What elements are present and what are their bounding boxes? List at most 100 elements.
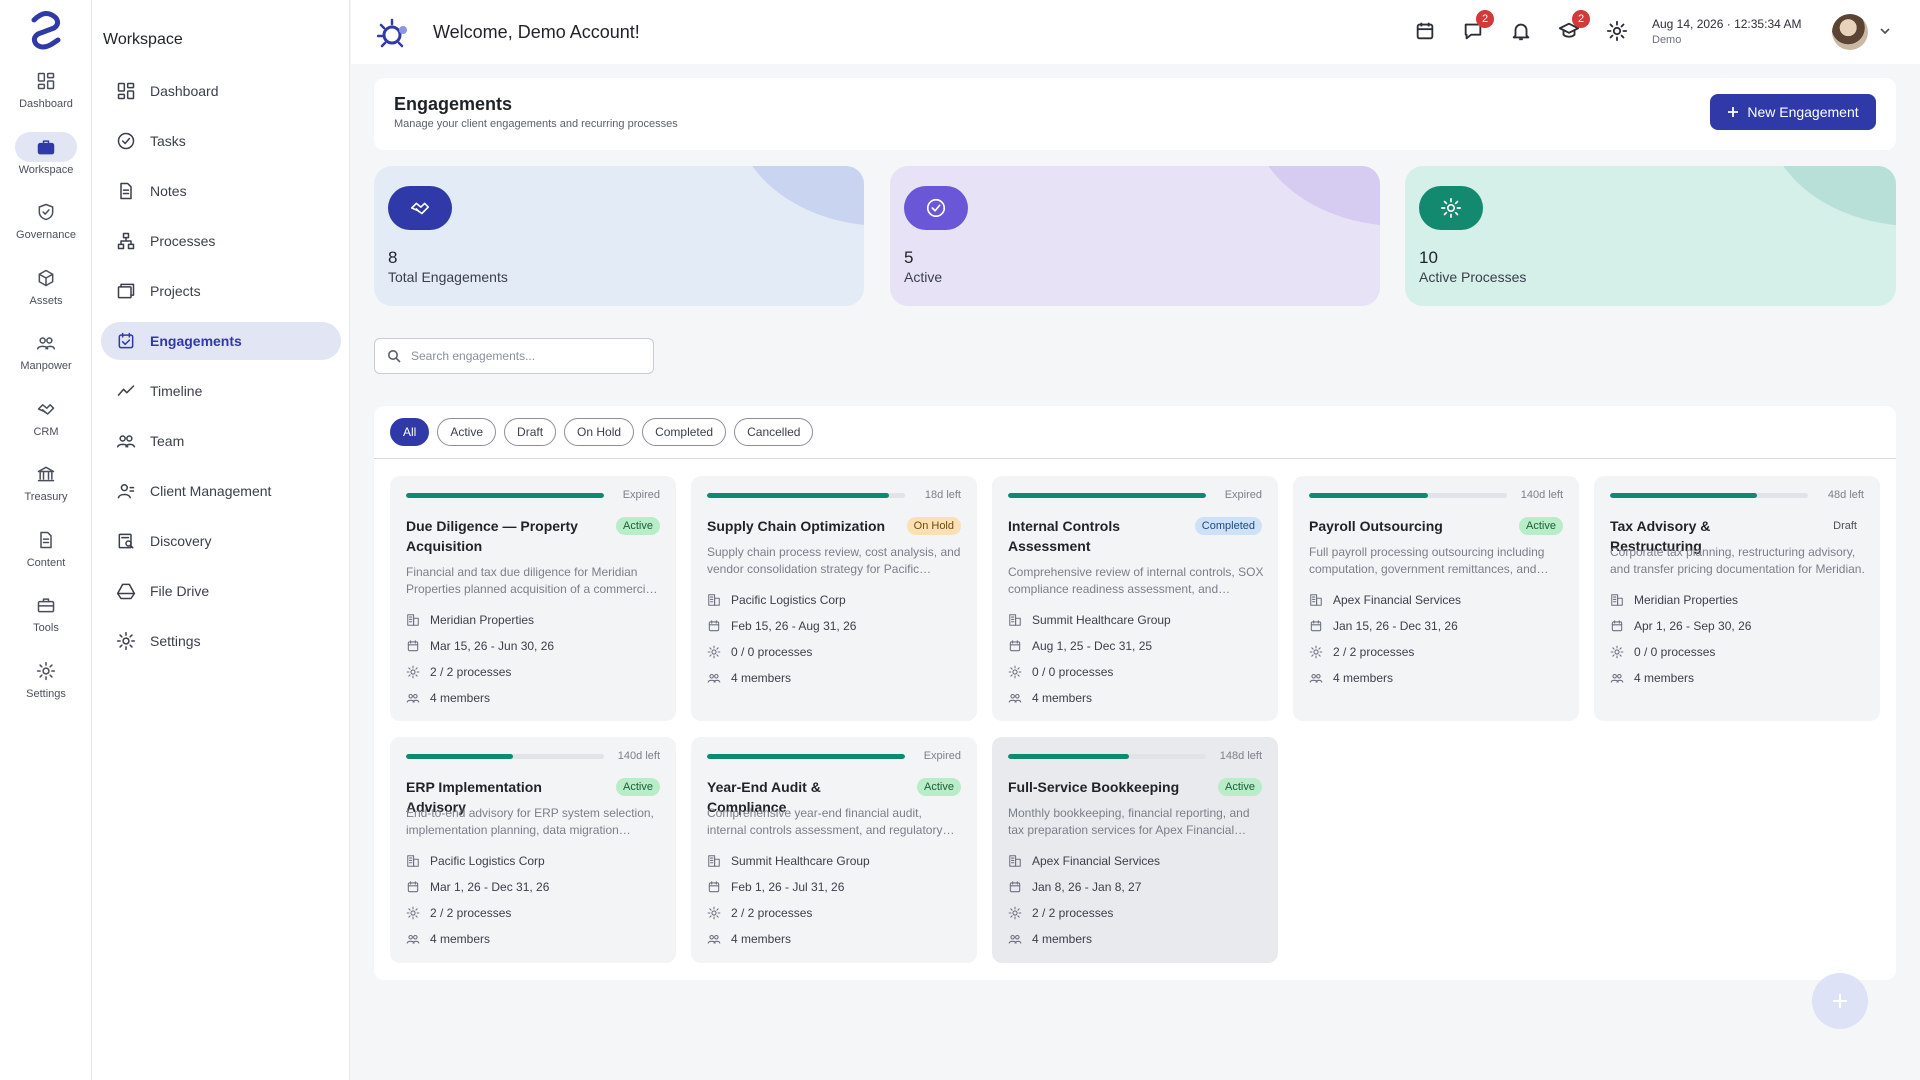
people-icon	[36, 337, 56, 350]
meta-processes: 0 / 0 processes	[707, 645, 812, 659]
top-header: Welcome, Demo Account! 2 2 Aug 14, 2026 …	[351, 0, 1920, 64]
engagement-card[interactable]: Expired Year-End Audit & Compliance Active…	[691, 737, 977, 963]
sidebar-item-label: Team	[150, 433, 185, 449]
people-icon	[1309, 673, 1323, 683]
plus-icon	[1833, 994, 1847, 1008]
rail-item-workspace[interactable]: Workspace	[0, 131, 92, 192]
sidebar-item-timeline[interactable]: Timeline	[101, 372, 341, 410]
engagement-card[interactable]: 18d left Supply Chain Optimization On Hold…	[691, 476, 977, 721]
meta-members: 4 members	[1008, 691, 1092, 705]
messages-button[interactable]: 2	[1462, 10, 1494, 44]
stat-value: 10	[1419, 248, 1438, 267]
rail-item-governance[interactable]: Governance	[0, 197, 92, 257]
sidebar-item-discovery[interactable]: Discovery	[101, 522, 341, 560]
filter-cancelled[interactable]: Cancelled	[734, 418, 814, 446]
engagement-card[interactable]: Expired Due Diligence — Property Acquisit…	[390, 476, 676, 721]
sidebar-item-file-drive[interactable]: File Drive	[101, 572, 341, 610]
sidebar-item-label: Processes	[150, 233, 216, 249]
filter-active[interactable]: Active	[437, 418, 497, 446]
sidebar-item-dashboard[interactable]: Dashboard	[101, 72, 341, 110]
settings-button[interactable]	[1606, 20, 1630, 44]
engagement-card[interactable]: 48d left Tax Advisory & Restructuring Draf…	[1594, 476, 1880, 721]
sidebar-item-label: Notes	[150, 183, 187, 199]
gear-icon	[1606, 20, 1628, 42]
status-badge: Active	[1218, 778, 1262, 796]
sidebar-item-label: Projects	[150, 283, 201, 299]
sidebar-item-engagements[interactable]: Engagements	[101, 322, 341, 360]
card-decoration	[734, 166, 864, 226]
sidebar-item-tasks[interactable]: Tasks	[101, 122, 341, 160]
handshake-icon	[37, 403, 55, 415]
hierarchy-icon	[117, 232, 135, 250]
rail-item-settings[interactable]: Settings	[0, 656, 92, 716]
engagement-card[interactable]: 148d left Full-Service Bookkeeping Active M…	[992, 737, 1278, 963]
notifications-button[interactable]	[1510, 20, 1534, 44]
client-icon	[117, 484, 135, 499]
sidebar-item-processes[interactable]: Processes	[101, 222, 341, 260]
messages-badge: 2	[1476, 10, 1494, 28]
rail-icon-wrap	[15, 66, 77, 96]
engagement-description: Comprehensive review of internal control…	[1008, 565, 1264, 596]
rail-item-crm[interactable]: CRM	[0, 394, 92, 454]
meta-dates: Apr 1, 26 - Sep 30, 26	[1610, 619, 1751, 633]
meta-client: Pacific Logistics Corp	[406, 854, 545, 868]
meta-dates: Jan 8, 26 - Jan 8, 27	[1008, 880, 1141, 894]
rail-item-content[interactable]: Content	[0, 525, 92, 585]
meta-dates: Feb 1, 26 - Jul 31, 26	[707, 880, 844, 894]
sidebar-item-client-management[interactable]: Client Management	[101, 472, 341, 510]
floating-add-button[interactable]	[1812, 973, 1868, 1029]
rail-icon-wrap	[15, 656, 77, 686]
people-icon	[1008, 693, 1022, 703]
rail-item-treasury[interactable]: Treasury	[0, 459, 92, 519]
filter-on-hold[interactable]: On Hold	[564, 418, 635, 446]
courses-button[interactable]: 2	[1558, 10, 1590, 44]
rail-item-manpower[interactable]: Manpower	[0, 328, 92, 388]
engagement-description: Supply chain process review, cost analys…	[707, 545, 961, 576]
search-box[interactable]	[374, 338, 654, 374]
rail-item-dashboard[interactable]: Dashboard	[0, 66, 92, 126]
team-icon	[116, 435, 136, 448]
welcome-message: Welcome, Demo Account!	[433, 22, 640, 42]
page-subtitle: Manage your client engagements and recur…	[394, 118, 678, 130]
meta-members-text: 4 members	[731, 932, 792, 946]
datetime: Aug 14, 2026 · 12:35:34 AM	[1652, 17, 1802, 31]
engagement-card[interactable]: Expired Internal Controls Assessment Compl…	[992, 476, 1278, 721]
dashboard-icon	[37, 72, 55, 90]
rail-item-label: Content	[26, 556, 66, 569]
filter-draft[interactable]: Draft	[504, 418, 557, 446]
meta-client-text: Summit Healthcare Group	[731, 854, 870, 868]
meta-members-text: 4 members	[430, 691, 491, 705]
rail-icon-wrap	[15, 263, 77, 293]
sidebar-item-team[interactable]: Team	[101, 422, 341, 460]
sidebar-item-projects[interactable]: Projects	[101, 272, 341, 310]
meta-members: 4 members	[1610, 671, 1694, 685]
new-engagement-button[interactable]: New Engagement	[1710, 94, 1876, 130]
sidebar-icon-wrap	[115, 180, 137, 202]
sidebar-title: Workspace	[103, 31, 183, 48]
meta-client: Meridian Properties	[1610, 593, 1738, 607]
sidebar-item-settings[interactable]: Settings	[101, 622, 341, 660]
rail-item-assets[interactable]: Assets	[0, 263, 92, 323]
rail-item-tools[interactable]: Tools	[0, 590, 92, 650]
filter-completed[interactable]: Completed	[642, 418, 727, 446]
engagement-description: Monthly bookkeeping, financial reporting…	[1008, 806, 1250, 837]
engagement-card[interactable]: 140d left ERP Implementation Advisory Acti…	[390, 737, 676, 963]
status-filters: All Active Draft On Hold Completed Cancelled	[390, 418, 814, 446]
briefcase-icon	[37, 139, 55, 154]
shield-icon	[38, 203, 54, 221]
rail-icon-wrap	[15, 197, 77, 227]
people-icon	[1610, 673, 1624, 683]
search-input[interactable]	[411, 349, 631, 363]
progress-bar	[707, 493, 905, 498]
card-decoration	[1250, 166, 1380, 226]
building-icon	[407, 614, 419, 626]
avatar[interactable]	[1832, 14, 1868, 50]
filter-all[interactable]: All	[390, 418, 430, 446]
meta-members-text: 4 members	[731, 671, 792, 685]
engagement-card[interactable]: 140d left Payroll Outsourcing Active Full p…	[1293, 476, 1579, 721]
sidebar-item-notes[interactable]: Notes	[101, 172, 341, 210]
sidebar-icon-wrap	[115, 280, 137, 302]
app-logo-icon[interactable]	[28, 10, 64, 50]
calendar-button[interactable]	[1414, 20, 1438, 44]
chevron-down-icon[interactable]	[1878, 24, 1892, 38]
